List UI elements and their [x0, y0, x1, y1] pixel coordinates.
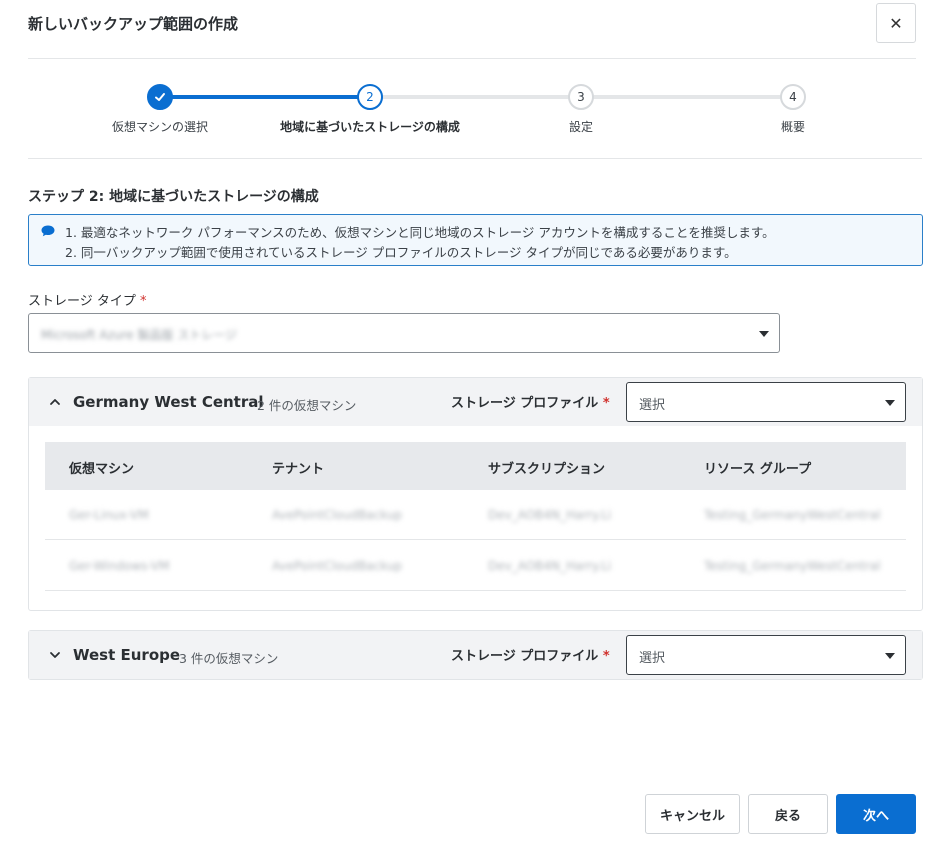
column-header-resource-group: リソース グループ — [704, 462, 812, 477]
table-cell: Dev_AOB4N_Harry.Li — [488, 559, 612, 573]
column-header-tenant: テナント — [272, 462, 325, 477]
step-1-circle — [147, 84, 173, 110]
step-4-circle: 4 — [780, 84, 806, 110]
table-cell: AvePointCloudBackup — [272, 508, 403, 522]
region-panel-germany-west-central: Germany West Central 2 件の仮想マシン ストレージ プロフ… — [28, 377, 923, 611]
column-header-subscription: サブスクリプション — [488, 462, 606, 477]
caret-down-icon — [885, 653, 895, 659]
region-header[interactable]: West Europe 3 件の仮想マシン ストレージ プロファイル * 選択 — [29, 631, 922, 679]
next-button[interactable]: 次へ — [836, 794, 916, 834]
step-3-label: 設定 — [568, 120, 594, 134]
table-row: Ger-Linux-VM AvePointCloudBackup Dev_AOB… — [45, 490, 906, 540]
vm-count: 2 件の仮想マシン — [257, 398, 357, 413]
back-button[interactable]: 戻る — [748, 794, 828, 834]
step-heading: ステップ 2: 地域に基づいたストレージの構成 — [28, 189, 319, 205]
step-2-number: 2 — [366, 90, 374, 104]
close-icon: ✕ — [889, 13, 903, 33]
comment-icon — [41, 225, 55, 237]
required-mark: * — [602, 649, 610, 664]
dialog-title: 新しいバックアップ範囲の作成 — [28, 15, 239, 33]
storage-profile-value: 選択 — [639, 651, 666, 666]
chevron-up-icon[interactable] — [49, 396, 61, 408]
step-2-label: 地域に基づいたストレージの構成 — [280, 120, 460, 134]
table-cell: Ger-Windows-VM — [69, 559, 170, 573]
table-cell: Testing_GermanyWestCentral — [704, 559, 881, 573]
divider — [28, 158, 922, 159]
table-cell: Ger-Linux-VM — [69, 508, 149, 522]
storage-profile-value: 選択 — [639, 398, 666, 413]
step-2-circle: 2 — [357, 84, 383, 110]
step-3-number: 3 — [577, 90, 585, 104]
vm-count: 3 件の仮想マシン — [179, 651, 279, 666]
storage-profile-label: ストレージ プロファイル * — [451, 396, 610, 411]
region-header[interactable]: Germany West Central 2 件の仮想マシン ストレージ プロフ… — [29, 378, 922, 426]
column-header-vm: 仮想マシン — [69, 462, 135, 477]
required-mark: * — [602, 396, 610, 411]
storage-profile-select[interactable]: 選択 — [626, 635, 906, 675]
storage-type-select[interactable]: Microsoft Azure 製品版 ストレージ — [28, 313, 780, 353]
cancel-button[interactable]: キャンセル — [645, 794, 740, 834]
table-cell: Dev_AOB4N_Harry.Li — [488, 508, 612, 522]
step-4-label: 概要 — [780, 120, 806, 134]
chevron-down-icon[interactable] — [49, 649, 61, 661]
caret-down-icon — [759, 331, 769, 337]
table-cell: Testing_GermanyWestCentral — [704, 508, 881, 522]
step-4-number: 4 — [789, 90, 797, 104]
caret-down-icon — [885, 400, 895, 406]
region-name: West Europe — [73, 646, 181, 664]
info-line-1: 1. 最適なネットワーク パフォーマンスのため、仮想マシンと同じ地域のストレージ… — [65, 225, 775, 240]
info-line-2: 2. 同一バックアップ範囲で使用されているストレージ プロファイルのストレージ … — [65, 245, 737, 260]
storage-type-label: ストレージ タイプ * — [28, 294, 147, 309]
table-header: 仮想マシン テナント サブスクリプション リソース グループ — [45, 442, 906, 490]
divider — [28, 58, 916, 59]
checkmark-icon — [155, 93, 165, 101]
table-cell: AvePointCloudBackup — [272, 559, 403, 573]
storage-profile-label: ストレージ プロファイル * — [451, 649, 610, 664]
region-name: Germany West Central — [73, 393, 264, 411]
close-button[interactable]: ✕ — [876, 3, 916, 43]
step-3-circle: 3 — [568, 84, 594, 110]
step-connector-complete — [160, 95, 370, 99]
storage-type-value: Microsoft Azure 製品版 ストレージ — [41, 328, 237, 342]
step-1-label: 仮想マシンの選択 — [111, 120, 209, 134]
info-banner: 1. 最適なネットワーク パフォーマンスのため、仮想マシンと同じ地域のストレージ… — [28, 214, 923, 266]
storage-profile-select[interactable]: 選択 — [626, 382, 906, 422]
required-mark: * — [140, 294, 147, 309]
table-row: Ger-Windows-VM AvePointCloudBackup Dev_A… — [45, 541, 906, 591]
region-panel-west-europe: West Europe 3 件の仮想マシン ストレージ プロファイル * 選択 — [28, 630, 923, 680]
